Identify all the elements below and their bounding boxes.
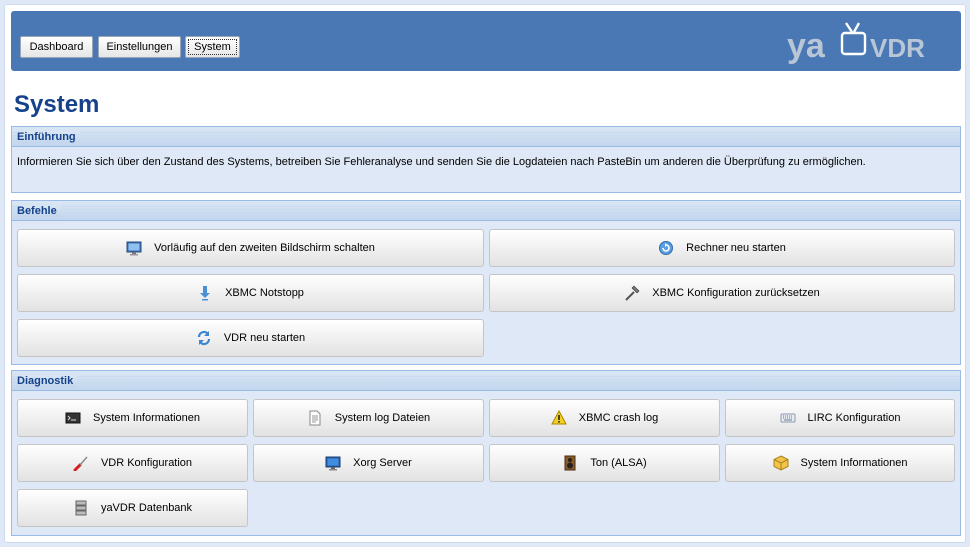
diagnostics-panel: Diagnostik System Informationen System l… — [11, 370, 961, 536]
switch-second-screen-button[interactable]: Vorläufig auf den zweiten Bildschirm sch… — [17, 229, 484, 267]
emergency-stop-icon — [200, 286, 211, 301]
package-icon — [773, 455, 788, 471]
display-icon — [325, 456, 341, 471]
logo-text-ya: ya — [787, 27, 826, 65]
sound-alsa-button[interactable]: Ton (ALSA) — [489, 444, 720, 482]
page: Dashboard Einstellungen System ya VDR Sy… — [4, 4, 966, 543]
tab-system[interactable]: System — [185, 36, 240, 58]
intro-panel: Einführung Informieren Sie sich über den… — [11, 126, 961, 193]
commands-panel: Befehle Vorläufig auf den zweiten Bildsc… — [11, 200, 961, 365]
tab-einstellungen[interactable]: Einstellungen — [98, 36, 181, 58]
commands-panel-title: Befehle — [17, 205, 61, 217]
intro-panel-title: Einführung — [17, 131, 80, 143]
terminal-icon — [65, 412, 81, 424]
intro-panel-header: Einführung — [12, 127, 960, 147]
top-header-bar: Dashboard Einstellungen System ya VDR — [11, 11, 961, 71]
tv-icon — [840, 22, 867, 56]
yavdr-database-button[interactable]: yaVDR Datenbank — [17, 489, 248, 527]
xbmc-crash-log-button[interactable]: XBMC crash log — [489, 399, 720, 437]
reset-xbmc-config-button[interactable]: XBMC Konfiguration zurücksetzen — [489, 274, 955, 312]
intro-text: Informieren Sie sich über den Zustand de… — [17, 156, 866, 168]
document-icon — [309, 410, 321, 426]
restart-vdr-button[interactable]: VDR neu starten — [17, 319, 484, 357]
logo-text-vdr: VDR — [870, 33, 925, 63]
yavdr-logo: ya VDR — [787, 22, 925, 65]
diagnostics-panel-title: Diagnostik — [17, 375, 78, 387]
xorg-server-button[interactable]: Xorg Server — [253, 444, 484, 482]
system-log-files-button[interactable]: System log Dateien — [253, 399, 484, 437]
speaker-icon — [564, 455, 576, 471]
lirc-config-button[interactable]: LIRC Konfiguration — [725, 399, 955, 437]
database-icon — [75, 500, 87, 516]
screwdriver-icon — [73, 456, 88, 471]
monitor-icon — [126, 241, 142, 256]
vdr-config-button[interactable]: VDR Konfiguration — [17, 444, 248, 482]
system-info-package-button[interactable]: System Informationen — [725, 444, 955, 482]
restart-icon — [659, 241, 674, 255]
diagnostics-panel-header: Diagnostik — [12, 371, 960, 391]
hammer-icon — [625, 285, 640, 301]
restart-computer-button[interactable]: Rechner neu starten — [489, 229, 955, 267]
tab-dashboard[interactable]: Dashboard — [20, 36, 93, 58]
xbmc-emergency-stop-button[interactable]: XBMC Notstopp — [17, 274, 484, 312]
keyboard-icon — [780, 413, 796, 423]
warning-icon — [550, 410, 567, 425]
refresh-icon — [197, 330, 210, 346]
system-info-button[interactable]: System Informationen — [17, 399, 248, 437]
page-title: System — [14, 91, 100, 118]
commands-panel-header: Befehle — [12, 201, 960, 221]
